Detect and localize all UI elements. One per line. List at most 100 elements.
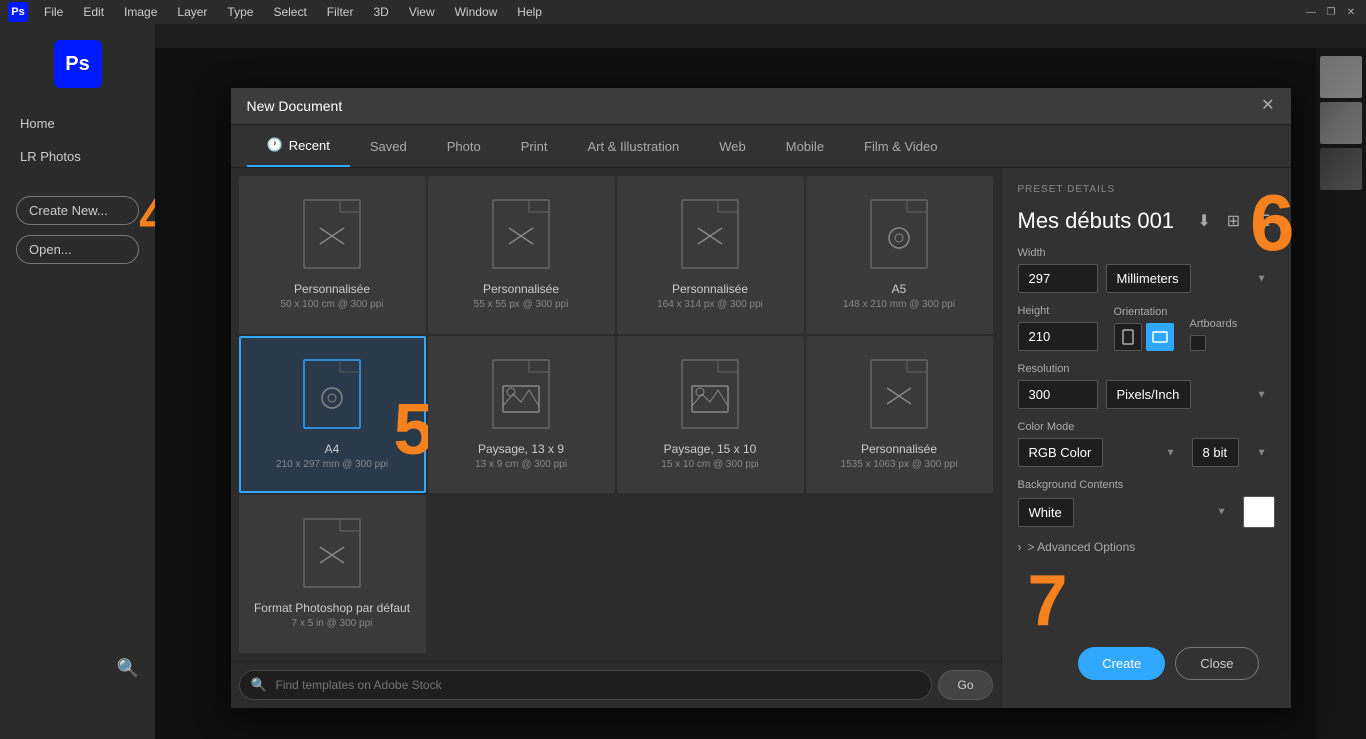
template-size: 1535 x 1063 px @ 300 ppi <box>841 459 958 470</box>
template-card-selected[interactable]: A4 210 x 297 mm @ 300 ppi 5 <box>239 336 426 494</box>
app-body: Ps Home LR Photos Create New... 4 Open..… <box>0 24 1366 739</box>
template-name: Personnalisée <box>672 282 748 296</box>
list-view-icon[interactable]: ☰ <box>1252 207 1274 235</box>
open-button[interactable]: Open... <box>16 235 139 264</box>
templates-grid: Personnalisée 50 x 100 cm @ 300 ppi <box>231 168 1001 661</box>
bg-arrow: ▼ <box>1217 507 1227 518</box>
clock-icon: 🕐 <box>267 137 283 153</box>
height-input[interactable] <box>1018 322 1098 351</box>
template-name: Paysage, 15 x 10 <box>664 442 757 456</box>
tab-recent[interactable]: 🕐 Recent <box>247 125 350 167</box>
minimize-button[interactable]: — <box>1304 5 1318 19</box>
template-card[interactable]: Paysage, 15 x 10 15 x 10 cm @ 300 ppi <box>617 336 804 494</box>
preset-section-label: PRESET DETAILS <box>1018 184 1275 195</box>
template-search-area: 🔍 Go <box>231 661 1001 708</box>
preset-icons: ⬇ ⊞ ☰ <box>1193 207 1274 235</box>
color-mode-select[interactable]: RGB Color <box>1018 438 1103 467</box>
width-input[interactable] <box>1018 264 1098 293</box>
template-preview-icon <box>675 354 745 434</box>
preset-panel: PRESET DETAILS Mes débuts 001 6 ⬇ ⊞ ☰ <box>1001 168 1291 708</box>
landscape-button[interactable] <box>1146 323 1174 351</box>
grid-view-icon[interactable]: ⊞ <box>1223 207 1244 235</box>
template-name: A5 <box>892 282 907 296</box>
background-row: White ▼ <box>1018 496 1275 528</box>
menu-bar: Ps File Edit Image Layer Type Select Fil… <box>0 0 1366 24</box>
preset-title-row: Mes débuts 001 6 ⬇ ⊞ ☰ <box>1018 207 1275 235</box>
color-bit-select[interactable]: 8 bit <box>1192 438 1239 467</box>
tab-saved[interactable]: Saved <box>350 127 427 166</box>
template-card[interactable]: Format Photoshop par défaut 7 x 5 in @ 3… <box>239 495 426 653</box>
maximize-button[interactable]: ❐ <box>1324 5 1338 19</box>
artboards-checkbox[interactable] <box>1190 335 1206 351</box>
width-group: Width Millimeters ▼ <box>1018 247 1275 293</box>
dialog-tabs: 🕐 Recent Saved Photo Print Art & Illustr… <box>231 125 1291 168</box>
template-size: 164 x 314 px @ 300 ppi <box>657 299 763 310</box>
go-button[interactable]: Go <box>938 670 992 700</box>
tab-web[interactable]: Web <box>699 127 766 166</box>
menu-type[interactable]: Type <box>223 3 257 21</box>
template-preview-icon <box>297 354 367 434</box>
color-mode-group: Color Mode RGB Color ▼ <box>1018 421 1275 467</box>
orientation-buttons <box>1114 323 1174 351</box>
close-window-button[interactable]: ✕ <box>1344 5 1358 19</box>
tab-mobile[interactable]: Mobile <box>766 127 844 166</box>
menu-window[interactable]: Window <box>451 3 502 21</box>
templates-area: Personnalisée 50 x 100 cm @ 300 ppi <box>231 168 1001 708</box>
template-size: 210 x 297 mm @ 300 ppi <box>276 459 388 470</box>
menu-edit[interactable]: Edit <box>79 3 108 21</box>
resolution-group: Resolution Pixels/Inch ▼ <box>1018 363 1275 409</box>
template-preview-icon <box>297 194 367 274</box>
template-card[interactable]: Paysage, 13 x 9 13 x 9 cm @ 300 ppi <box>428 336 615 494</box>
window-controls: — ❐ ✕ <box>1304 5 1358 19</box>
menu-file[interactable]: File <box>40 3 67 21</box>
template-size: 15 x 10 cm @ 300 ppi <box>661 459 758 470</box>
create-new-button[interactable]: Create New... 4 <box>16 196 139 225</box>
template-name: Personnalisée <box>294 282 370 296</box>
portrait-button[interactable] <box>1114 323 1142 351</box>
advanced-options[interactable]: › > Advanced Options <box>1018 540 1275 554</box>
resolution-input[interactable] <box>1018 380 1098 409</box>
template-card[interactable]: A5 148 x 210 mm @ 300 ppi <box>806 176 993 334</box>
download-preset-icon[interactable]: ⬇ <box>1193 207 1214 235</box>
resolution-unit-select[interactable]: Pixels/Inch <box>1106 380 1191 409</box>
close-dialog-button[interactable]: Close <box>1175 647 1258 680</box>
new-document-dialog: New Document ✕ 🕐 Recent Saved Photo <box>231 88 1291 708</box>
menu-select[interactable]: Select <box>269 3 310 21</box>
dialog-close-button[interactable]: ✕ <box>1261 98 1274 114</box>
template-search-input[interactable] <box>239 670 933 700</box>
width-unit-select-wrapper: Millimeters ▼ <box>1106 264 1275 293</box>
template-card[interactable]: Personnalisée 55 x 55 px @ 300 ppi <box>428 176 615 334</box>
template-preview-icon <box>864 194 934 274</box>
resolution-unit-wrapper: Pixels/Inch ▼ <box>1106 380 1275 409</box>
template-preview-icon <box>297 513 367 593</box>
menu-image[interactable]: Image <box>120 3 161 21</box>
menu-filter[interactable]: Filter <box>323 3 358 21</box>
template-preview-icon <box>486 194 556 274</box>
tab-art-illustration[interactable]: Art & Illustration <box>567 127 699 166</box>
artboards-label: Artboards <box>1190 318 1238 330</box>
sidebar-search-icon[interactable]: 🔍 <box>117 658 139 679</box>
background-color-preview[interactable] <box>1243 496 1275 528</box>
resolution-row: Pixels/Inch ▼ <box>1018 380 1275 409</box>
preset-name: Mes débuts 001 <box>1018 208 1175 234</box>
menu-view[interactable]: View <box>405 3 439 21</box>
tab-photo[interactable]: Photo <box>427 127 501 166</box>
menu-help[interactable]: Help <box>513 3 546 21</box>
tab-print[interactable]: Print <box>501 127 568 166</box>
template-card[interactable]: Personnalisée 164 x 314 px @ 300 ppi <box>617 176 804 334</box>
template-card[interactable]: Personnalisée 50 x 100 cm @ 300 ppi <box>239 176 426 334</box>
sidebar-item-home[interactable]: Home <box>0 110 155 137</box>
template-name: Paysage, 13 x 9 <box>478 442 564 456</box>
sidebar-item-lr-photos[interactable]: LR Photos <box>0 143 155 170</box>
template-card[interactable]: Personnalisée 1535 x 1063 px @ 300 ppi <box>806 336 993 494</box>
menu-3d[interactable]: 3D <box>369 3 392 21</box>
background-contents-label: Background Contents <box>1018 479 1275 491</box>
bg-contents-select[interactable]: White <box>1018 498 1074 527</box>
width-unit-select[interactable]: Millimeters <box>1106 264 1191 293</box>
menu-layer[interactable]: Layer <box>173 3 211 21</box>
template-preview-icon <box>486 354 556 434</box>
resolution-label: Resolution <box>1018 363 1275 375</box>
create-button[interactable]: Create <box>1078 647 1165 680</box>
tab-film-video[interactable]: Film & Video <box>844 127 957 166</box>
dialog-overlay: New Document ✕ 🕐 Recent Saved Photo <box>155 48 1366 739</box>
